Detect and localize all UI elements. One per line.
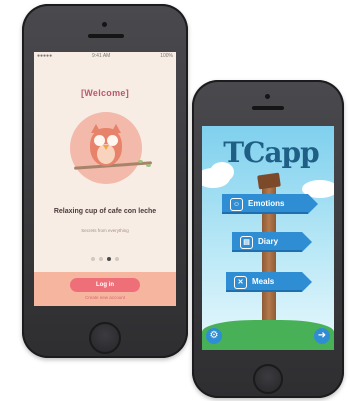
home-button[interactable] xyxy=(89,322,121,354)
status-bar: ●●●●● 9:41 AM 100% xyxy=(34,52,176,60)
front-camera xyxy=(265,94,270,99)
speaker xyxy=(252,106,284,110)
exit-button[interactable]: ➜ xyxy=(314,328,330,344)
front-camera xyxy=(102,22,107,27)
create-account-link[interactable]: Create new account xyxy=(54,295,156,300)
meals-sign-button[interactable]: ✕ Meals xyxy=(226,272,312,292)
home-button[interactable] xyxy=(253,364,283,394)
gear-icon: ⚙ xyxy=(209,330,219,341)
speaker xyxy=(88,34,124,38)
settings-button[interactable]: ⚙ xyxy=(206,328,222,344)
intro-subtitle: Secrets from everything xyxy=(81,228,129,233)
carrier-signal: ●●●●● xyxy=(37,53,53,59)
status-time: 9:41 AM xyxy=(92,53,111,59)
diary-label: Diary xyxy=(258,237,279,246)
owl-icon xyxy=(86,118,126,168)
phone-left: ●●●●● 9:41 AM 100% [Welcome] Relaxing cu… xyxy=(22,4,188,358)
page-dot[interactable] xyxy=(91,257,95,261)
app-logo: TCapp xyxy=(223,136,319,169)
leaf-icon xyxy=(146,164,151,167)
page-dot[interactable] xyxy=(115,257,119,261)
welcome-title: [Welcome] xyxy=(80,88,130,98)
emotions-label: Emotions xyxy=(248,199,285,208)
page-dot[interactable] xyxy=(107,257,111,261)
diary-sign-button[interactable]: ▤ Diary xyxy=(232,232,312,252)
page-indicator[interactable] xyxy=(34,257,176,261)
login-button[interactable]: Log in xyxy=(70,278,140,292)
intro-title: Relaxing cup of cafe con leche xyxy=(53,208,157,215)
emotions-sign-button[interactable]: ☺ Emotions xyxy=(222,194,318,214)
battery-level: 100% xyxy=(160,53,173,59)
book-icon: ▤ xyxy=(240,236,253,249)
exit-arrow-icon: ➜ xyxy=(317,330,327,341)
signpost-top xyxy=(257,172,281,190)
phone-right: TCapp ☺ Emotions ▤ Diary ✕ Meals ⚙ ➜ xyxy=(192,80,344,398)
page-dot[interactable] xyxy=(99,257,103,261)
home-screen: TCapp ☺ Emotions ▤ Diary ✕ Meals ⚙ ➜ xyxy=(202,126,334,350)
smile-icon: ☺ xyxy=(230,198,243,211)
welcome-screen: ●●●●● 9:41 AM 100% [Welcome] Relaxing cu… xyxy=(34,52,176,306)
leaf-icon xyxy=(138,160,143,163)
meals-label: Meals xyxy=(252,277,275,286)
utensils-icon: ✕ xyxy=(234,276,247,289)
